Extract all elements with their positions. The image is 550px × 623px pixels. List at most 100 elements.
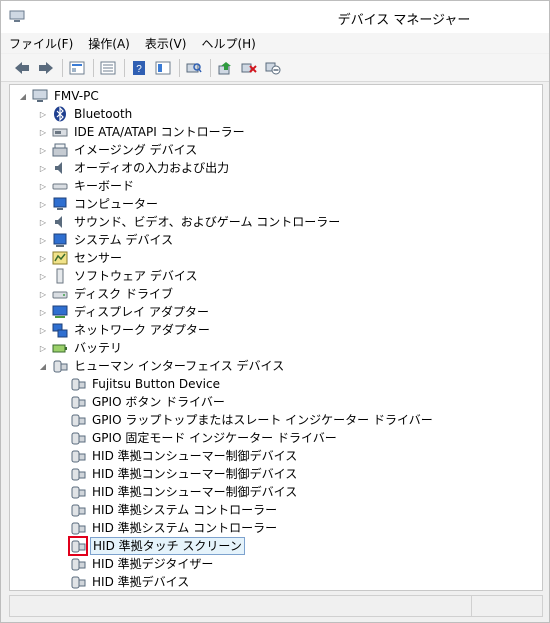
hid-device-item[interactable]: HID 準拠コンシューマー制御デバイス <box>70 483 299 501</box>
device-label: GPIO ボタン ドライバー <box>92 395 225 409</box>
expand-arrow-icon[interactable]: ▷ <box>38 163 48 173</box>
category-software[interactable]: ▷ ソフトウェア デバイス <box>38 267 199 285</box>
hid-device-item[interactable]: HID 準拠システム コントローラー <box>70 519 279 537</box>
hid-device-icon <box>70 394 86 410</box>
hid-device-icon <box>70 556 86 572</box>
menu-action[interactable]: 操作(A) <box>88 35 130 52</box>
expand-arrow-icon[interactable]: ▷ <box>38 145 48 155</box>
category-keyboard[interactable]: ▷ キーボード <box>38 177 136 195</box>
category-bluetooth[interactable]: ▷ Bluetooth <box>38 105 134 123</box>
scan-icon[interactable] <box>183 58 205 78</box>
category-label: イメージング デバイス <box>74 143 198 157</box>
category-label: ソフトウェア デバイス <box>74 269 198 283</box>
category-label: ディスプレイ アダプター <box>74 305 209 319</box>
hid-device-icon <box>70 376 86 392</box>
hid-device-icon <box>70 466 86 482</box>
hid-icon <box>52 358 68 374</box>
tree-root[interactable]: ◢ FMV-PC <box>18 87 101 105</box>
expand-arrow-icon[interactable]: ▷ <box>38 253 48 263</box>
hid-device-icon <box>70 448 86 464</box>
hid-device-item[interactable]: GPIO 固定モード インジケーター ドライバー <box>70 429 339 447</box>
menu-file[interactable]: ファイル(F) <box>9 35 73 52</box>
disable-icon[interactable] <box>262 58 284 78</box>
disk-drive-icon <box>52 286 68 302</box>
hid-device-icon <box>70 484 86 500</box>
menu-help[interactable]: ヘルプ(H) <box>201 35 255 52</box>
category-sensor[interactable]: ▷ センサー <box>38 249 124 267</box>
device-label: HID 準拠コンシューマー制御デバイス <box>92 485 298 499</box>
expand-arrow-icon[interactable]: ▷ <box>38 181 48 191</box>
device-label: HID 準拠デバイス <box>92 575 190 589</box>
hid-touch-screen-item[interactable]: HID 準拠タッチ スクリーン <box>68 536 245 556</box>
expand-arrow-icon[interactable]: ▷ <box>38 307 48 317</box>
expand-arrow-icon[interactable]: ▷ <box>38 289 48 299</box>
hid-device-item[interactable]: HID 準拠システム コントローラー <box>70 501 279 519</box>
device-label: HID 準拠コンシューマー制御デバイス <box>92 467 298 481</box>
category-computer[interactable]: ▷ コンピューター <box>38 195 160 213</box>
menu-bar: ファイル(F) 操作(A) 表示(V) ヘルプ(H) <box>1 33 549 53</box>
category-imaging[interactable]: ▷ イメージング デバイス <box>38 141 199 159</box>
category-audio[interactable]: ▷ オーディオの入力および出力 <box>38 159 231 177</box>
toolbar-separator <box>62 58 63 77</box>
toolbar-separator <box>124 58 125 77</box>
status-cell <box>472 596 542 616</box>
category-sound[interactable]: ▷ サウンド、ビデオ、およびゲーム コントローラー <box>38 213 342 231</box>
expand-arrow-icon[interactable]: ▷ <box>38 271 48 281</box>
forward-icon[interactable] <box>35 58 57 78</box>
update-driver-icon[interactable] <box>214 58 236 78</box>
computer-icon <box>52 196 68 212</box>
category-battery[interactable]: ▷ バッテリ <box>38 339 124 357</box>
keyboard-icon <box>52 178 68 194</box>
hid-device-item[interactable]: HID 準拠コンシューマー制御デバイス <box>70 465 299 483</box>
expand-arrow-icon[interactable]: ▷ <box>38 325 48 335</box>
help-icon[interactable]: ? <box>128 58 150 78</box>
battery-icon <box>52 340 68 356</box>
hid-device-item[interactable]: GPIO ボタン ドライバー <box>70 393 227 411</box>
category-label: IDE ATA/ATAPI コントローラー <box>74 125 245 139</box>
category-system[interactable]: ▷ システム デバイス <box>38 231 175 249</box>
view-icon[interactable] <box>97 58 119 78</box>
hid-device-item[interactable]: HID 準拠デジタイザー <box>70 555 215 573</box>
category-network[interactable]: ▷ ネットワーク アダプター <box>38 321 212 339</box>
bluetooth-icon <box>52 106 68 122</box>
ide-controller-icon <box>52 124 68 140</box>
hid-device-item[interactable]: GPIO ラップトップまたはスレート インジケーター ドライバー <box>70 411 435 429</box>
expand-arrow-icon[interactable]: ▷ <box>38 199 48 209</box>
category-label: サウンド、ビデオ、およびゲーム コントローラー <box>74 215 341 229</box>
software-device-icon <box>52 268 68 284</box>
uninstall-icon[interactable] <box>238 58 260 78</box>
computer-icon <box>32 88 48 104</box>
menu-view[interactable]: 表示(V) <box>145 35 187 52</box>
device-tree[interactable]: ◢ FMV-PC ▷ Bluetooth ▷ IDE ATA/ATAPI コント… <box>9 84 543 591</box>
hid-device-item[interactable]: Fujitsu Button Device <box>70 375 222 393</box>
expand-arrow-icon[interactable]: ▷ <box>38 127 48 137</box>
properties-icon[interactable] <box>66 58 88 78</box>
toolbar: ? <box>1 54 549 82</box>
category-disk[interactable]: ▷ ディスク ドライブ <box>38 285 175 303</box>
view-toggle-icon[interactable] <box>152 58 174 78</box>
hid-device-item[interactable]: HID 準拠コンシューマー制御デバイス <box>70 447 299 465</box>
hid-device-item[interactable]: HID 準拠デバイス <box>70 573 191 590</box>
expand-arrow-icon[interactable]: ▷ <box>38 235 48 245</box>
status-cell <box>10 596 472 616</box>
device-label: Fujitsu Button Device <box>92 377 220 391</box>
collapse-arrow-icon[interactable]: ◢ <box>18 91 28 101</box>
expand-arrow-icon[interactable]: ▷ <box>38 217 48 227</box>
expand-arrow-icon[interactable]: ▷ <box>38 343 48 353</box>
category-label: システム デバイス <box>74 233 174 247</box>
device-label-selected: HID 準拠タッチ スクリーン <box>90 537 245 555</box>
hid-device-icon <box>70 430 86 446</box>
device-manager-window: デバイス マネージャー ファイル(F) 操作(A) 表示(V) ヘルプ(H) ? <box>0 0 550 623</box>
back-icon[interactable] <box>11 58 33 78</box>
category-hid[interactable]: ◢ ヒューマン インターフェイス デバイス <box>38 357 286 375</box>
collapse-arrow-icon[interactable]: ◢ <box>38 361 48 371</box>
category-ide[interactable]: ▷ IDE ATA/ATAPI コントローラー <box>38 123 247 141</box>
expand-arrow-icon[interactable]: ▷ <box>38 109 48 119</box>
device-label: HID 準拠システム コントローラー <box>92 521 278 535</box>
category-label: オーディオの入力および出力 <box>74 161 230 175</box>
category-label: ヒューマン インターフェイス デバイス <box>74 359 285 373</box>
sound-icon <box>52 214 68 230</box>
category-display[interactable]: ▷ ディスプレイ アダプター <box>38 303 211 321</box>
imaging-device-icon <box>52 142 68 158</box>
device-label: HID 準拠システム コントローラー <box>92 503 278 517</box>
